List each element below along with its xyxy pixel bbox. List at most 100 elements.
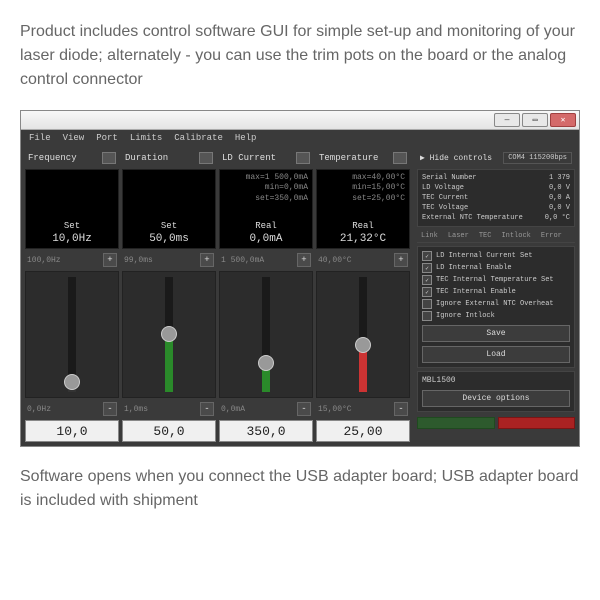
checkbox-icon[interactable]: ✓ (422, 263, 432, 273)
increment-button[interactable]: + (394, 253, 408, 267)
info-value: 0,0 V (549, 184, 570, 192)
status-tabs: Link Laser TEC Intlock Error (417, 230, 575, 243)
info-value: 0,0 °C (545, 214, 570, 222)
channel-max-label: 40,00°C (318, 256, 352, 265)
menu-help[interactable]: Help (235, 133, 257, 143)
channel-max-label: 99,0ms (124, 256, 153, 265)
info-row: LD Voltage 0,0 V (422, 184, 570, 192)
channel-duration: DurationSet50,0ms99,0ms+1,0ms-50,0 (122, 150, 216, 442)
tab-error[interactable]: Error (541, 232, 562, 240)
device-model-label: MBL1500 (422, 376, 570, 385)
com-port-selector[interactable]: COM4 115200bps (503, 152, 572, 164)
channel-readout: max=40,00°Cmin=15,00°Cset=25,00°CReal21,… (316, 169, 410, 249)
channel-limits-text: max=1 500,0mAmin=0,0mAset=350,0mA (246, 173, 308, 204)
slider-thumb[interactable] (64, 374, 80, 390)
tab-link[interactable]: Link (421, 232, 438, 240)
info-row: Serial Number1 379 (422, 174, 570, 182)
right-panel: ▶ Hide controls COM4 115200bps Serial Nu… (417, 150, 575, 442)
channel-readout: max=1 500,0mAmin=0,0mAset=350,0mAReal0,0… (219, 169, 313, 249)
channel-slider[interactable] (316, 271, 410, 398)
menu-calibrate[interactable]: Calibrate (174, 133, 223, 143)
tab-tec[interactable]: TEC (479, 232, 492, 240)
channel-lock-toggle[interactable] (393, 152, 407, 164)
channel-temperature: Temperature max=40,00°Cmin=15,00°Cset=25,… (316, 150, 410, 442)
increment-button[interactable]: + (200, 253, 214, 267)
checkbox-icon[interactable]: ✓ (422, 287, 432, 297)
settings-checkbox-row[interactable]: Ignore External NTC Overheat (422, 299, 570, 309)
info-row: TEC Current0,0 A (422, 194, 570, 202)
settings-checkbox-row[interactable]: Ignore Intlock (422, 311, 570, 321)
info-key: TEC Current (422, 194, 468, 202)
channel-readout: Set 50,0ms (122, 169, 216, 249)
device-panel: MBL1500 Device options (417, 371, 575, 412)
channel-title: Duration (125, 153, 168, 163)
load-button[interactable]: Load (422, 346, 570, 363)
info-row: TEC Voltage 0,0 V (422, 204, 570, 212)
save-button[interactable]: Save (422, 325, 570, 342)
minimize-button[interactable]: — (494, 113, 520, 127)
info-row: External NTC Temperature 0,0 °C (422, 214, 570, 222)
outro-paragraph: Software opens when you connect the USB … (20, 465, 580, 513)
channel-value: 10,0Hz (30, 233, 114, 245)
maximize-button[interactable]: ▭ (522, 113, 548, 127)
channel-value: 50,0ms (127, 233, 211, 245)
tab-laser[interactable]: Laser (448, 232, 469, 240)
settings-checkbox-row[interactable]: ✓ LD Internal Current Set (422, 251, 570, 261)
status-info-panel: Serial Number1 379 LD Voltage 0,0 V TEC Cur… (417, 169, 575, 227)
channel-input[interactable]: 10,0 (25, 420, 119, 442)
channel-slider[interactable] (219, 271, 313, 398)
slider-thumb[interactable] (355, 337, 371, 353)
decrement-button[interactable]: - (103, 402, 117, 416)
checkbox-label: LD Internal Current Set (436, 252, 533, 260)
menu-limits[interactable]: Limits (130, 133, 162, 143)
info-key: LD Voltage (422, 184, 464, 192)
settings-checkbox-row[interactable]: ✓TEC Internal Enable (422, 287, 570, 297)
checkbox-icon[interactable]: ✓ (422, 275, 432, 285)
menu-view[interactable]: View (63, 133, 85, 143)
channel-min-label: 0,0Hz (27, 405, 51, 414)
channel-lock-toggle[interactable] (296, 152, 310, 164)
menu-port[interactable]: Port (96, 133, 118, 143)
slider-thumb[interactable] (258, 355, 274, 371)
channels: FrequencySet10,0Hz100,0Hz+0,0Hz-10,0Dura… (25, 150, 413, 442)
increment-button[interactable]: + (103, 253, 117, 267)
increment-button[interactable]: + (297, 253, 311, 267)
close-button[interactable]: ✕ (550, 113, 576, 127)
channel-input[interactable]: 25,00 (316, 420, 410, 442)
menu-file[interactable]: File (29, 133, 51, 143)
checkbox-label: Ignore Intlock (436, 312, 495, 320)
info-key: External NTC Temperature (422, 214, 523, 222)
checkbox-icon[interactable]: ✓ (422, 251, 432, 261)
channel-slider[interactable] (25, 271, 119, 398)
checkbox-icon[interactable] (422, 311, 432, 321)
channel-max-label: 1 500,0mA (221, 256, 264, 265)
decrement-button[interactable]: - (200, 402, 214, 416)
channel-mode-label: Real (224, 221, 308, 231)
decrement-button[interactable]: - (297, 402, 311, 416)
channel-slider[interactable] (122, 271, 216, 398)
checkbox-icon[interactable] (422, 299, 432, 309)
decrement-button[interactable]: - (394, 402, 408, 416)
app-window: — ▭ ✕ File View Port Limits Calibrate He… (20, 110, 580, 447)
channel-title: Temperature (319, 153, 378, 163)
settings-checkbox-row[interactable]: ✓TEC Internal Temperature Set (422, 275, 570, 285)
checkbox-label: LD Internal Enable (436, 264, 512, 272)
channel-input[interactable]: 350,0 (219, 420, 313, 442)
channel-max-label: 100,0Hz (27, 256, 61, 265)
slider-thumb[interactable] (161, 326, 177, 342)
start-button[interactable] (417, 417, 495, 429)
channel-input[interactable]: 50,0 (122, 420, 216, 442)
hide-controls-button[interactable]: ▶ Hide controls (420, 153, 492, 163)
info-value: 1 379 (549, 174, 570, 182)
info-key: TEC Voltage (422, 204, 468, 212)
channel-readout: Set10,0Hz (25, 169, 119, 249)
device-options-button[interactable]: Device options (422, 390, 570, 407)
settings-checkbox-row[interactable]: ✓ LD Internal Enable (422, 263, 570, 273)
channel-mode-label: Set (127, 221, 211, 231)
channel-title: LD Current (222, 153, 276, 163)
stop-button[interactable] (498, 417, 576, 429)
channel-lock-toggle[interactable] (102, 152, 116, 164)
tab-intlock[interactable]: Intlock (501, 232, 530, 240)
info-value: 0,0 V (549, 204, 570, 212)
channel-lock-toggle[interactable] (199, 152, 213, 164)
